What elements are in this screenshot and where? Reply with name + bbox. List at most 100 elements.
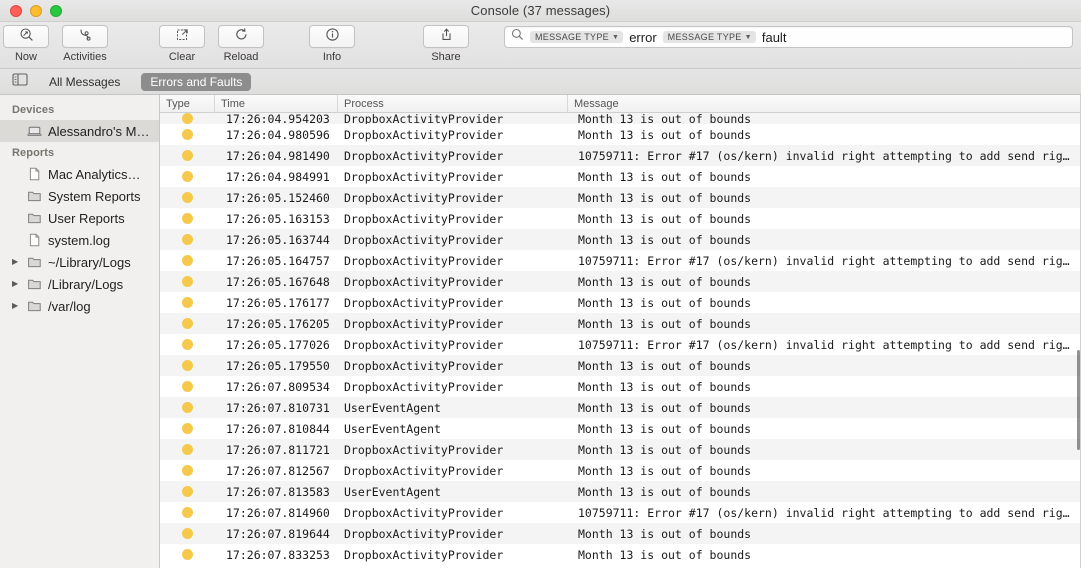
info-button[interactable]: Info	[306, 25, 358, 63]
fault-type-icon	[182, 444, 193, 455]
cell-process: DropboxActivityProvider	[344, 148, 504, 163]
cell-type	[160, 187, 215, 208]
table-row[interactable]: 17:26:05.163153 DropboxActivityProvider Mo…	[160, 208, 1081, 229]
sidebar-item-user-library-logs-label: ~/Library/Logs	[48, 254, 131, 270]
table-body[interactable]: 17:26:04.954203 DropboxActivityProvider Mo…	[160, 113, 1081, 568]
cell-time: 17:26:05.164757	[226, 253, 330, 268]
table-row[interactable]: 17:26:05.179550 DropboxActivityProvider Mo…	[160, 355, 1081, 376]
search-icon	[511, 28, 524, 46]
disclosure-triangle-icon[interactable]: ▶	[12, 258, 21, 266]
document-icon	[27, 233, 42, 247]
column-header-time[interactable]: Time	[215, 94, 338, 113]
sidebar-item-system-reports-label: System Reports	[48, 188, 141, 204]
search-input[interactable]: MESSAGE TYPE ▼ error MESSAGE TYPE ▼ faul…	[504, 26, 1073, 48]
fault-type-icon	[182, 339, 193, 350]
table-row[interactable]: 17:26:07.809534 DropboxActivityProvider Mo…	[160, 376, 1081, 397]
table-row[interactable]: 17:26:05.167648 DropboxActivityProvider Mo…	[160, 271, 1081, 292]
table-row[interactable]: 17:26:05.177026 DropboxActivityProvider 10…	[160, 334, 1081, 355]
cell-time: 17:26:07.809534	[226, 379, 330, 394]
fault-type-icon	[182, 528, 193, 539]
cell-time: 17:26:05.152460	[226, 190, 330, 205]
fault-type-icon	[182, 360, 193, 371]
table-row[interactable]: 17:26:04.984991 DropboxActivityProvider Mo…	[160, 166, 1081, 187]
reload-button[interactable]: Reload	[208, 25, 274, 63]
reload-icon	[234, 27, 249, 47]
cell-process: DropboxActivityProvider	[344, 337, 504, 352]
sidebar-item-device-label: Alessandro's M…	[48, 123, 150, 139]
clear-button[interactable]: Clear	[156, 25, 208, 63]
fault-type-icon	[182, 113, 193, 124]
sidebar-item-library-logs[interactable]: ▶ /Library/Logs	[0, 273, 159, 295]
cell-time: 17:26:07.813583	[226, 484, 330, 499]
table-row[interactable]: 17:26:05.163744 DropboxActivityProvider Mo…	[160, 229, 1081, 250]
search-token-message-type-2[interactable]: MESSAGE TYPE ▼	[662, 31, 756, 43]
table-row[interactable]: 17:26:04.954203 DropboxActivityProvider Mo…	[160, 113, 1081, 124]
sidebar-item-device[interactable]: ▶ Alessandro's M…	[0, 120, 159, 142]
cell-message: Month 13 is out of bounds	[578, 526, 752, 541]
sidebar-item-system-reports[interactable]: ▶ System Reports	[0, 185, 159, 207]
fault-type-icon	[182, 297, 193, 308]
cell-message: Month 13 is out of bounds	[578, 113, 752, 124]
cell-message: Month 13 is out of bounds	[578, 379, 752, 394]
table-row[interactable]: 17:26:07.811721 DropboxActivityProvider Mo…	[160, 439, 1081, 460]
table-row[interactable]: 17:26:04.981490 DropboxActivityProvider 10…	[160, 145, 1081, 166]
column-header-process[interactable]: Process	[338, 94, 568, 113]
disclosure-triangle-icon[interactable]: ▶	[12, 280, 21, 288]
table-row[interactable]: 17:26:05.176205 DropboxActivityProvider Mo…	[160, 313, 1081, 334]
table-row[interactable]: 17:26:04.980596 DropboxActivityProvider Mo…	[160, 124, 1081, 145]
cell-type	[160, 355, 215, 376]
sidebar-item-system-log[interactable]: ▶ system.log	[0, 229, 159, 251]
table-row[interactable]: 17:26:07.810731 UserEventAgent Month 13 is…	[160, 397, 1081, 418]
cell-message: Month 13 is out of bounds	[578, 358, 752, 373]
cell-process: DropboxActivityProvider	[344, 113, 504, 124]
search-token-field-2: MESSAGE TYPE	[667, 32, 742, 42]
cell-message: Month 13 is out of bounds	[578, 232, 752, 247]
cell-message: Month 13 is out of bounds	[578, 547, 752, 562]
now-button[interactable]: Now	[0, 25, 52, 63]
title-bar: Console (37 messages)	[0, 0, 1081, 22]
tab-errors-and-faults[interactable]: Errors and Faults	[141, 72, 252, 91]
folder-icon	[27, 277, 42, 291]
sidebar-item-var-log[interactable]: ▶ /var/log	[0, 295, 159, 317]
cell-process: DropboxActivityProvider	[344, 211, 504, 226]
sidebar-toggle-icon[interactable]	[12, 72, 28, 91]
table-row[interactable]: 17:26:07.810844 UserEventAgent Month 13 is…	[160, 418, 1081, 439]
activities-button[interactable]: Activities	[52, 25, 118, 63]
table-row[interactable]: 17:26:05.176177 DropboxActivityProvider Mo…	[160, 292, 1081, 313]
table-row[interactable]: 17:26:07.813583 UserEventAgent Month 13 is…	[160, 481, 1081, 502]
table-row[interactable]: 17:26:07.814960 DropboxActivityProvider 10…	[160, 502, 1081, 523]
table-row[interactable]: 17:26:07.819644 DropboxActivityProvider Mo…	[160, 523, 1081, 544]
sidebar-item-user-reports[interactable]: ▶ User Reports	[0, 207, 159, 229]
cell-type	[160, 250, 215, 271]
reload-label: Reload	[223, 51, 259, 63]
cell-process: DropboxActivityProvider	[344, 463, 504, 478]
share-button[interactable]: Share	[420, 25, 472, 63]
column-header-message[interactable]: Message	[568, 95, 1081, 113]
disclosure-triangle-icon[interactable]: ▶	[12, 302, 21, 310]
sidebar-item-mac-analytics[interactable]: ▶ Mac Analytics…	[0, 163, 159, 185]
laptop-icon	[27, 124, 42, 138]
table-row[interactable]: 17:26:07.833253 DropboxActivityProvider Mo…	[160, 544, 1081, 565]
fault-type-icon	[182, 381, 193, 392]
cell-message: Month 13 is out of bounds	[578, 442, 752, 457]
sidebar-item-library-logs-label: /Library/Logs	[48, 276, 124, 292]
table-row[interactable]: 17:26:07.812567 DropboxActivityProvider Mo…	[160, 460, 1081, 481]
tab-all-messages[interactable]: All Messages	[40, 73, 129, 91]
sidebar-item-user-library-logs[interactable]: ▶ ~/Library/Logs	[0, 251, 159, 273]
cell-type	[160, 418, 215, 439]
now-label: Now	[14, 51, 37, 63]
search-token-message-type-1[interactable]: MESSAGE TYPE ▼	[530, 31, 624, 43]
column-header-type[interactable]: Type	[160, 94, 215, 113]
chevron-down-icon: ▼	[744, 33, 752, 41]
cell-time: 17:26:07.814960	[226, 505, 330, 520]
sidebar-item-user-reports-label: User Reports	[48, 210, 125, 226]
sidebar-section-devices-header: Devices	[12, 104, 55, 116]
table-row[interactable]: 17:26:05.164757 DropboxActivityProvider 10…	[160, 250, 1081, 271]
table-row[interactable]: 17:26:05.152460 DropboxActivityProvider Mo…	[160, 187, 1081, 208]
console-window: Console (37 messages) Now Activities Cle…	[0, 0, 1081, 568]
cell-type	[160, 292, 215, 313]
cell-process: UserEventAgent	[344, 400, 441, 415]
share-label: Share	[431, 51, 461, 63]
cell-type	[160, 439, 215, 460]
cell-time: 17:26:07.810844	[226, 421, 330, 436]
